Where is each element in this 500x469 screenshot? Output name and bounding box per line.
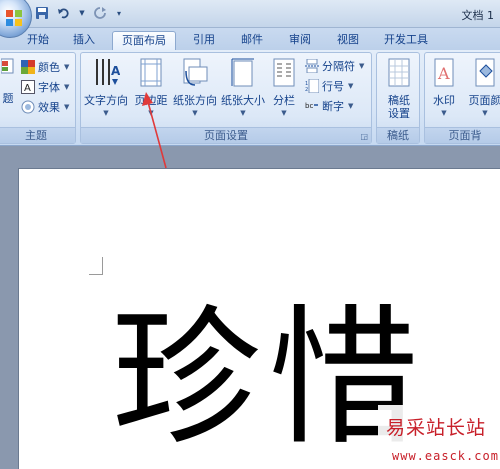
svg-text:A: A bbox=[24, 83, 31, 94]
font-icon: A bbox=[21, 80, 35, 94]
columns-icon bbox=[273, 58, 295, 87]
svg-text:A: A bbox=[437, 64, 450, 83]
chevron-down-icon: ▼ bbox=[148, 109, 154, 117]
group-manuscript: 稿纸 设置 稿纸 bbox=[376, 52, 420, 144]
orientation-button[interactable]: 纸张方向 ▼ bbox=[171, 57, 219, 120]
chevron-down-icon: ▼ bbox=[103, 109, 109, 117]
group-page-setup: A 文字方向 ▼ 页边距 ▼ 纸张方向 ▼ 纸张大小 ▼ 分栏 ▼ 分隔符 ▼ … bbox=[80, 52, 372, 144]
chevron-down-icon: ▼ bbox=[64, 83, 70, 91]
watermark-title: 易采站长站 bbox=[386, 417, 487, 439]
quick-access-toolbar: ▼ ▾ bbox=[34, 5, 124, 21]
theme-fonts-label: 字体 bbox=[38, 81, 60, 94]
tab-home[interactable]: 开始 bbox=[18, 31, 58, 50]
themes-label: 题 bbox=[2, 92, 14, 105]
group-label-manuscript: 稿纸 bbox=[377, 127, 419, 143]
svg-text:A: A bbox=[111, 64, 120, 78]
manuscript-grid-icon bbox=[388, 58, 410, 87]
page-color-label: 页面颜 bbox=[468, 94, 500, 107]
tab-mailings[interactable]: 邮件 bbox=[232, 31, 272, 50]
undo-dropdown-icon[interactable]: ▼ bbox=[78, 5, 86, 21]
group-label-page-setup: 页面设置 bbox=[81, 127, 371, 143]
group-label-page-background: 页面背 bbox=[425, 127, 500, 143]
chevron-down-icon: ▼ bbox=[281, 109, 287, 117]
watermark-button[interactable]: A 水印 ▼ bbox=[427, 57, 461, 120]
group-page-background: A 水印 ▼ 页面颜 ▼ 页面背 bbox=[424, 52, 500, 144]
theme-colors-button[interactable]: 颜色 ▼ bbox=[21, 58, 69, 76]
dialog-launcher-icon[interactable]: ◲ bbox=[360, 132, 368, 141]
watermark-url: www.easck.com bbox=[392, 449, 499, 463]
theme-fonts-button[interactable]: A 字体 ▼ bbox=[21, 78, 69, 96]
size-label: 纸张大小 bbox=[221, 94, 265, 107]
margins-button[interactable]: 页边距 ▼ bbox=[131, 57, 171, 120]
tab-developer[interactable]: 开发工具 bbox=[378, 31, 434, 50]
effects-icon bbox=[21, 100, 35, 114]
hyphenation-button[interactable]: bc 断字 ▼ bbox=[305, 97, 353, 115]
office-logo-icon bbox=[6, 10, 22, 26]
chevron-down-icon: ▼ bbox=[240, 109, 246, 117]
save-icon[interactable] bbox=[34, 5, 50, 21]
svg-text:bc: bc bbox=[305, 102, 313, 110]
line-numbers-icon: 1 2 bbox=[305, 79, 319, 93]
paint-bucket-icon bbox=[475, 58, 495, 87]
theme-colors-label: 颜色 bbox=[38, 61, 60, 74]
columns-button[interactable]: 分栏 ▼ bbox=[267, 57, 301, 120]
undo-icon[interactable] bbox=[56, 5, 72, 21]
svg-text:2: 2 bbox=[305, 87, 308, 93]
line-numbers-label: 行号 bbox=[322, 80, 344, 93]
themes-icon bbox=[0, 58, 14, 74]
breaks-icon bbox=[305, 59, 319, 73]
manuscript-label-1: 稿纸 bbox=[388, 94, 410, 107]
chevron-down-icon: ▼ bbox=[64, 103, 70, 111]
chevron-down-icon: ▼ bbox=[348, 102, 354, 110]
chevron-down-icon: ▼ bbox=[359, 62, 365, 70]
manuscript-settings-button[interactable]: 稿纸 设置 bbox=[379, 57, 419, 120]
line-numbers-button[interactable]: 1 2 行号 ▼ bbox=[305, 77, 353, 95]
tab-review[interactable]: 审阅 bbox=[280, 31, 320, 50]
group-themes: 题 颜色 ▼ A 字体 ▼ 效果 ▼ 主题 bbox=[0, 52, 76, 144]
paper-size-icon bbox=[231, 58, 254, 87]
theme-effects-label: 效果 bbox=[38, 101, 60, 114]
chevron-down-icon: ▼ bbox=[441, 109, 447, 117]
text-direction-button[interactable]: A 文字方向 ▼ bbox=[83, 57, 129, 120]
theme-effects-button[interactable]: 效果 ▼ bbox=[21, 98, 69, 116]
breaks-label: 分隔符 bbox=[322, 60, 355, 73]
breaks-button[interactable]: 分隔符 ▼ bbox=[305, 57, 364, 75]
window-title: 文档 1 bbox=[461, 9, 495, 22]
hyphenation-label: 断字 bbox=[322, 100, 344, 113]
site-watermark: 易采站长站 www.easck.com bbox=[378, 405, 500, 469]
tab-page-layout[interactable]: 页面布局 bbox=[112, 31, 176, 50]
orientation-icon bbox=[183, 58, 208, 86]
margins-icon bbox=[140, 58, 162, 87]
title-bar: ▼ ▾ 文档 1 bbox=[0, 0, 500, 38]
palette-icon bbox=[21, 60, 35, 74]
chevron-down-icon: ▼ bbox=[64, 63, 70, 71]
manuscript-label-2: 设置 bbox=[388, 107, 410, 120]
chevron-down-icon: ▼ bbox=[482, 109, 488, 117]
tab-view[interactable]: 视图 bbox=[328, 31, 368, 50]
margins-label: 页边距 bbox=[134, 94, 168, 107]
ribbon: 题 颜色 ▼ A 字体 ▼ 效果 ▼ 主题 A 文字方向 ▼ 页边距 ▼ 纸张方… bbox=[0, 50, 500, 146]
size-button[interactable]: 纸张大小 ▼ bbox=[219, 57, 267, 120]
hyphenation-icon: bc bbox=[305, 102, 318, 110]
chevron-down-icon: ▼ bbox=[348, 82, 354, 90]
margin-corner-mark bbox=[89, 257, 103, 275]
ribbon-tabs: 开始 插入 页面布局 引用 邮件 审阅 视图 开发工具 bbox=[0, 28, 500, 50]
watermark-icon: A bbox=[434, 58, 454, 87]
chevron-down-icon: ▼ bbox=[192, 109, 198, 117]
customize-toolbar-icon[interactable]: ▾ bbox=[114, 5, 124, 21]
columns-label: 分栏 bbox=[273, 94, 295, 107]
text-direction-icon: A bbox=[96, 59, 121, 85]
orientation-label: 纸张方向 bbox=[173, 94, 217, 107]
group-label-themes: 主题 bbox=[0, 127, 75, 143]
page-color-button[interactable]: 页面颜 ▼ bbox=[463, 57, 500, 120]
tab-references[interactable]: 引用 bbox=[184, 31, 224, 50]
themes-button[interactable]: 题 bbox=[0, 57, 15, 105]
text-direction-label: 文字方向 bbox=[84, 94, 128, 107]
tab-insert[interactable]: 插入 bbox=[64, 31, 104, 50]
watermark-label: 水印 bbox=[433, 94, 455, 107]
redo-icon[interactable] bbox=[92, 5, 108, 21]
